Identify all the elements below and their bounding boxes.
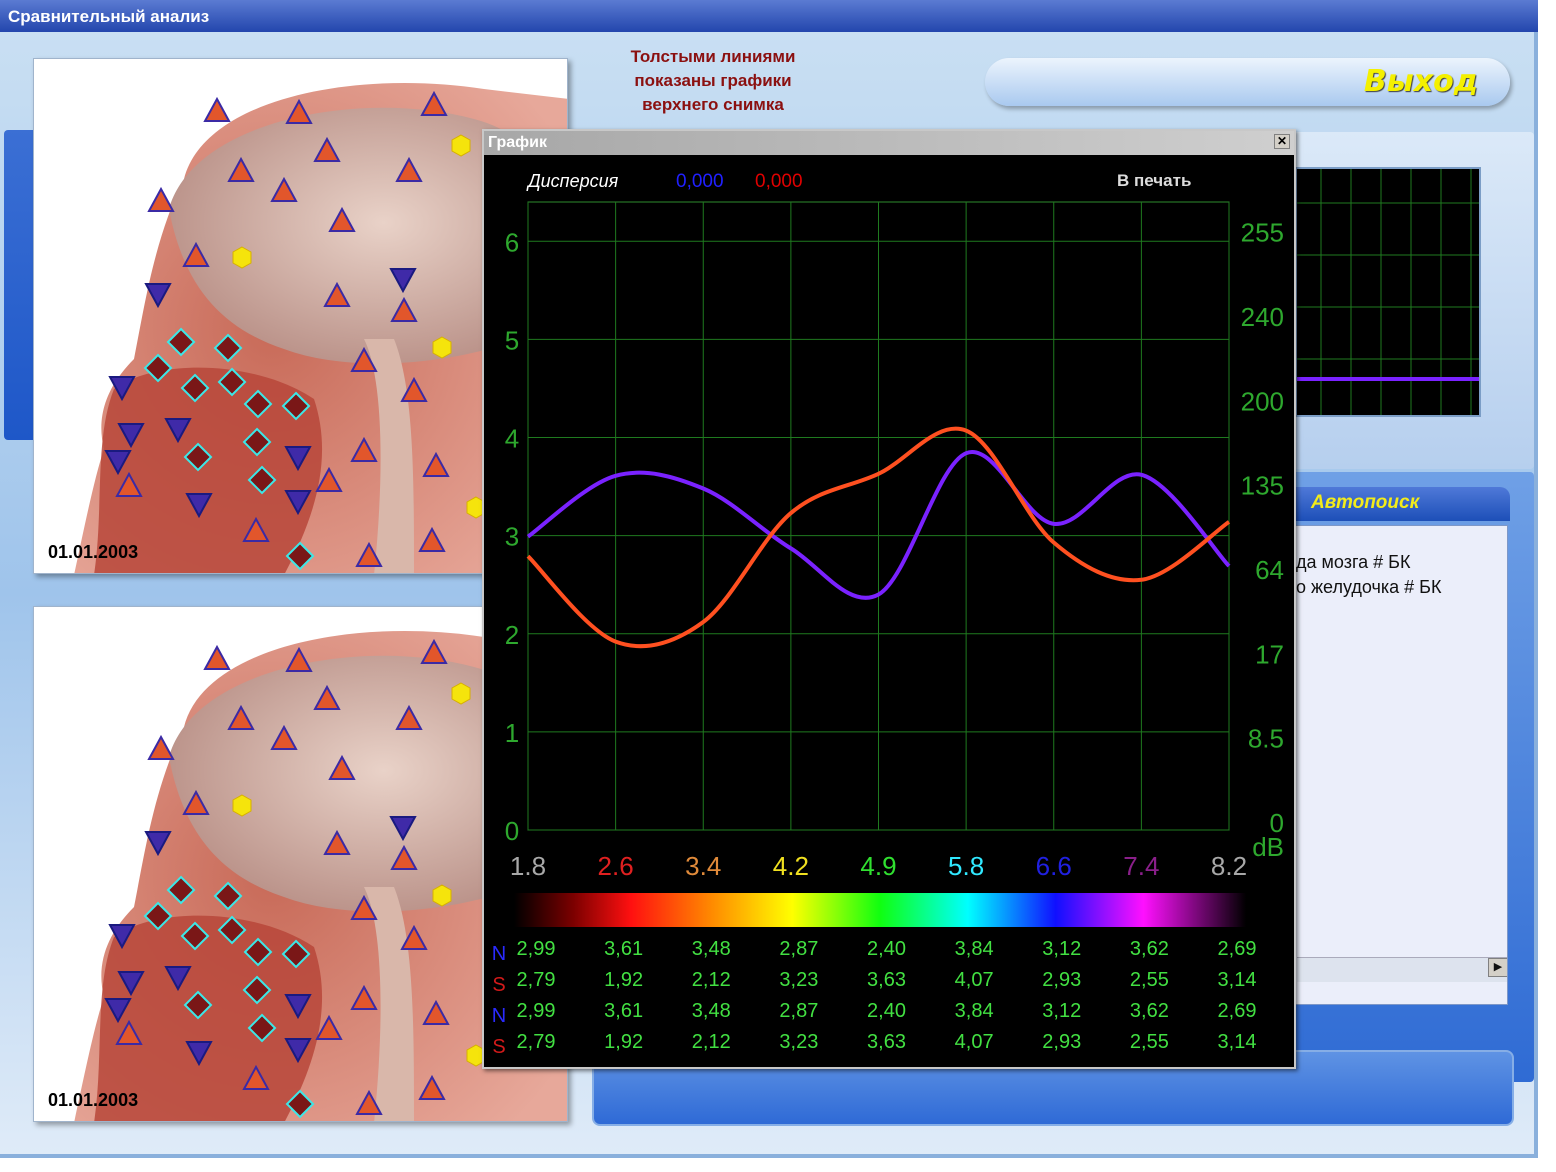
y-left-tick-label: 0 <box>505 816 519 846</box>
table-cell: 2,12 <box>692 1031 731 1053</box>
table-cell: 3,48 <box>692 938 731 960</box>
y-right-tick-label: 240 <box>1241 302 1284 332</box>
x-tick-label: 6.6 <box>1036 851 1072 881</box>
graph-dialog: График ✕ Дисперсия 0,000 0,000 В печать … <box>482 129 1296 1069</box>
graph-dialog-titlebar[interactable]: График ✕ <box>484 131 1294 155</box>
table-cell: 3,62 <box>1130 1000 1169 1022</box>
image-date-bottom: 01.01.2003 <box>48 1090 139 1110</box>
table-cell: 3,12 <box>1042 938 1081 960</box>
autosearch-title: Автопоиск <box>1295 487 1510 521</box>
table-cell: 2,12 <box>692 969 731 991</box>
table-cell: 3,63 <box>867 969 906 991</box>
table-cell: 2,99 <box>517 938 556 960</box>
table-cell: 2,55 <box>1130 969 1169 991</box>
mini-graph-plot <box>1297 169 1479 415</box>
window-title: Сравнительный анализ <box>8 7 210 26</box>
table-cell: 3,63 <box>867 1031 906 1053</box>
scroll-right-icon[interactable]: ▶ <box>1488 958 1507 977</box>
table-cell: 3,62 <box>1130 938 1169 960</box>
autosearch-item[interactable]: да мозга # БК <box>1296 552 1507 577</box>
y-right-tick-label: 255 <box>1241 218 1284 248</box>
y-right-tick-label: 17 <box>1255 639 1284 669</box>
table-cell: 2,40 <box>867 1000 906 1022</box>
x-tick-label: 4.2 <box>773 851 809 881</box>
table-row-label: S <box>492 974 505 996</box>
table-cell: 3,84 <box>955 1000 994 1022</box>
y-right-unit-label: dB <box>1252 832 1284 862</box>
exit-ribbon: Выход <box>985 58 1510 106</box>
table-cell: 1,92 <box>604 969 643 991</box>
x-tick-label: 1.8 <box>510 851 546 881</box>
mini-graph <box>1295 167 1481 417</box>
table-cell: 3,61 <box>604 938 643 960</box>
graph-chart: 012345608.51764135200240255dB1.8 2.6 3.4 4.… <box>492 201 1284 1058</box>
table-cell: 4,07 <box>955 1031 994 1053</box>
table-cell: 3,14 <box>1218 969 1257 991</box>
table-cell: 3,12 <box>1042 1000 1081 1022</box>
table-row-label: N <box>492 943 506 965</box>
close-icon[interactable]: ✕ <box>1274 134 1290 149</box>
table-cell: 4,07 <box>955 969 994 991</box>
autosearch-list[interactable]: да мозга # БК о желудочка # БК ▶ <box>1295 525 1508 1005</box>
y-left-tick-label: 4 <box>505 424 519 454</box>
graph-dialog-title: График <box>488 134 547 151</box>
app-window: Сравнительный анализ Толстыми линиями по… <box>0 0 1556 1172</box>
autosearch-panel: Автопоиск да мозга # БК о желудочка # БК… <box>1295 487 1510 1027</box>
y-left-tick-label: 5 <box>505 325 519 355</box>
y-right-tick-label: 200 <box>1241 386 1284 416</box>
table-cell: 2,79 <box>517 1031 556 1053</box>
table-cell: 3,23 <box>779 1031 818 1053</box>
table-cell: 3,84 <box>955 938 994 960</box>
table-cell: 1,92 <box>604 1031 643 1053</box>
table-cell: 2,40 <box>867 938 906 960</box>
image-date-top: 01.01.2003 <box>48 542 139 562</box>
table-cell: 3,14 <box>1218 1031 1257 1053</box>
table-cell: 2,55 <box>1130 1031 1169 1053</box>
table-cell: 2,93 <box>1042 1031 1081 1053</box>
x-tick-label: 5.8 <box>948 851 984 881</box>
table-cell: 2,79 <box>517 969 556 991</box>
table-cell: 2,87 <box>779 938 818 960</box>
y-left-tick-label: 6 <box>505 227 519 257</box>
y-right-tick-label: 64 <box>1255 555 1284 585</box>
table-cell: 2,69 <box>1218 938 1257 960</box>
color-spectrum-bar <box>514 893 1246 927</box>
y-left-tick-label: 1 <box>505 718 519 748</box>
table-row-label: N <box>492 1005 506 1027</box>
table-cell: 3,23 <box>779 969 818 991</box>
y-right-tick-label: 8.5 <box>1248 724 1284 754</box>
table-cell: 2,93 <box>1042 969 1081 991</box>
table-cell: 3,48 <box>692 1000 731 1022</box>
hint-text: Толстыми линиями показаны графики верхне… <box>630 47 796 114</box>
table-cell: 2,87 <box>779 1000 818 1022</box>
y-left-tick-label: 3 <box>505 522 519 552</box>
exit-button[interactable]: Выход <box>1364 64 1478 99</box>
horizontal-scrollbar[interactable]: ▶ <box>1297 957 1507 982</box>
autosearch-item[interactable]: о желудочка # БК <box>1296 577 1507 602</box>
table-row-label: S <box>492 1036 505 1058</box>
x-tick-label: 4.9 <box>860 851 896 881</box>
x-tick-label: 8.2 <box>1211 851 1247 881</box>
x-tick-label: 7.4 <box>1123 851 1159 881</box>
y-left-tick-label: 2 <box>505 620 519 650</box>
x-tick-label: 3.4 <box>685 851 721 881</box>
x-tick-label: 2.6 <box>598 851 634 881</box>
table-cell: 3,61 <box>604 1000 643 1022</box>
table-cell: 2,69 <box>1218 1000 1257 1022</box>
y-right-tick-label: 135 <box>1241 471 1284 501</box>
window-titlebar: Сравнительный анализ <box>0 0 1538 32</box>
table-cell: 2,99 <box>517 1000 556 1022</box>
